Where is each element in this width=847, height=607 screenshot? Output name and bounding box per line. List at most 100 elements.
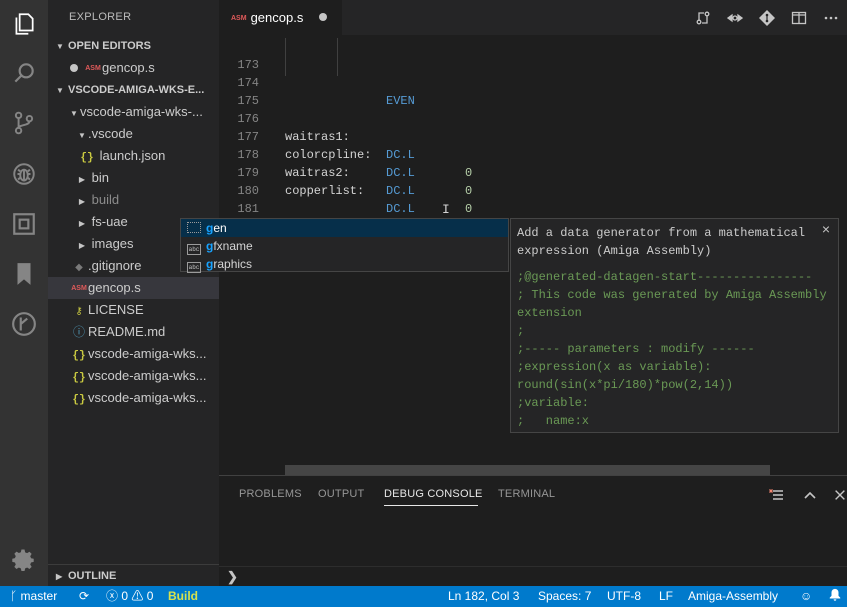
encoding[interactable]: UTF-8 (607, 586, 641, 607)
chevron-down-icon: ▼ (56, 42, 64, 51)
tree-item-vscode-folder[interactable]: ▼ .vscode (48, 123, 219, 145)
open-changes-icon[interactable] (687, 0, 719, 35)
indentation[interactable]: Spaces: 7 (538, 586, 591, 607)
tree-item-bin[interactable]: ▶ bin (48, 167, 219, 189)
suggestion-label: raphics (213, 257, 253, 271)
workspace-section[interactable]: ▼ VSCODE-AMIGA-WKS-E... (48, 79, 219, 101)
unsaved-dot-icon[interactable] (319, 13, 328, 21)
code-line: 175 (219, 74, 847, 108)
git-file-icon: ◆ (75, 262, 83, 273)
open-editors-section[interactable]: ▼ OPEN EDITORS (48, 35, 219, 57)
code-line: 181 (219, 182, 847, 216)
tree-item-workspace-3[interactable]: {} vscode-amiga-wks... (48, 387, 219, 409)
code-line: 174 EVEN (219, 56, 847, 108)
debug-console-input[interactable]: ❯ (219, 566, 847, 586)
branch-indicator[interactable]: ᚴ master (10, 586, 57, 607)
suggestion-item[interactable]: gen (181, 219, 508, 237)
tree-item-label: vscode-amiga-wks... (88, 390, 207, 405)
explorer-title: EXPLORER (69, 11, 132, 23)
info-file-icon: ⓘ (72, 325, 85, 339)
cursor-position[interactable]: Ln 182, Col 3 (448, 586, 519, 607)
feedback-smiley-icon[interactable]: ☺ (800, 586, 812, 607)
chevron-down-icon: ▼ (78, 131, 86, 140)
tree-item-label: vscode-amiga-wks... (88, 346, 207, 361)
details-title: Add a data generator from a mathematical… (517, 226, 806, 258)
end-of-line[interactable]: LF (659, 586, 673, 607)
tree-item-gencop[interactable]: ASMgencop.s (48, 277, 219, 299)
code-line: 173 (219, 38, 847, 76)
tab-debug-console[interactable]: DEBUG CONSOLE (384, 488, 483, 500)
tree-item-workspace-1[interactable]: {} vscode-amiga-wks... (48, 343, 219, 365)
json-file-icon: {} (72, 394, 86, 406)
close-icon[interactable]: × (822, 221, 830, 237)
notifications-bell-icon[interactable] (828, 586, 842, 607)
suggestion-item[interactable]: abc graphics (181, 255, 508, 273)
tree-item-label: fs-uae (91, 214, 128, 229)
tab-output[interactable]: OUTPUT (318, 488, 364, 500)
git-compare-icon[interactable] (751, 0, 783, 35)
debug-icon[interactable] (0, 150, 48, 198)
tab-problems[interactable]: PROBLEMS (239, 488, 302, 500)
chevron-right-icon: ▶ (78, 241, 86, 250)
code-line: 176 waitras1: DC.L 0 (219, 92, 847, 180)
close-panel-icon[interactable] (829, 484, 847, 506)
suggestion-label: en (213, 221, 227, 235)
tree-item-label: .vscode (88, 126, 133, 141)
warning-icon: ⚠ (131, 589, 144, 603)
word-icon: abc (187, 244, 201, 255)
tree-item-launch-json[interactable]: {} launch.json (48, 145, 219, 167)
license-file-icon: ⚷ (75, 306, 83, 317)
outline-section[interactable]: ▶ OUTLINE (48, 564, 219, 586)
tree-item-label: build (91, 192, 120, 207)
suggest-widget: gen abc gfxname abc graphics (180, 218, 509, 273)
snippet-icon (187, 222, 201, 233)
maximize-panel-icon[interactable] (799, 484, 821, 506)
extensions-icon[interactable] (0, 200, 48, 248)
more-actions-icon[interactable] (815, 0, 847, 35)
source-control-icon[interactable] (0, 99, 48, 147)
unsaved-dot-icon (70, 64, 78, 72)
sync-icon[interactable]: ⟳ (79, 586, 89, 607)
open-editor-label: gencop.s (102, 60, 155, 75)
prompt-chevron-icon: ❯ (227, 569, 238, 584)
editor-actions (687, 0, 847, 35)
branch-name: master (20, 589, 58, 603)
activity-bar (0, 0, 48, 586)
language-mode[interactable]: Amiga-Assembly (688, 586, 778, 607)
workspace-label: VSCODE-AMIGA-WKS-E... (68, 84, 205, 96)
mouse-ibeam-icon: I (442, 202, 450, 217)
json-file-icon: {} (80, 152, 94, 164)
tree-item-license[interactable]: ⚷ LICENSE (48, 299, 219, 321)
toggle-preview-icon[interactable] (719, 0, 751, 35)
tree-item-build[interactable]: ▶ build (48, 189, 219, 211)
code-line: 178 waitras2: DC.L 0 (219, 128, 847, 216)
warning-count: 0 (146, 589, 154, 603)
search-icon[interactable] (0, 49, 48, 97)
tab-terminal[interactable]: TERMINAL (498, 488, 555, 500)
code-line: 177 colorcpline: DC.L 0 (219, 110, 847, 198)
suggestion-label: fxname (213, 239, 253, 253)
tree-item-label: vscode-amiga-wks-... (80, 104, 203, 119)
tree-item-label: README.md (88, 324, 166, 339)
horizontal-scrollbar[interactable] (285, 465, 770, 475)
tree-item-root[interactable]: ▼ vscode-amiga-wks-... (48, 101, 219, 123)
tree-item-workspace-2[interactable]: {} vscode-amiga-wks... (48, 365, 219, 387)
files-icon[interactable] (0, 0, 48, 48)
build-button[interactable]: Build (168, 586, 198, 607)
bookmark-icon[interactable] (0, 250, 48, 298)
git-branch-icon: ᚴ (10, 589, 18, 603)
problems-indicator[interactable]: ⓧ 0 ⚠ 0 (106, 586, 153, 607)
details-body: ;@generated-datagen-start---------------… (517, 270, 827, 428)
split-editor-icon[interactable] (783, 0, 815, 35)
open-editor-item[interactable]: ASMgencop.s (48, 57, 219, 79)
code-line: 180 (219, 164, 847, 198)
asm-file-icon: ASM (231, 15, 247, 22)
tab-gencop[interactable]: ASM gencop.s (219, 0, 342, 35)
chevron-right-icon: ▶ (78, 197, 86, 206)
clear-console-icon[interactable] (766, 484, 788, 506)
settings-gear-icon[interactable] (0, 537, 48, 585)
tree-item-readme[interactable]: ⓘ README.md (48, 321, 219, 343)
suggestion-item[interactable]: abc gfxname (181, 237, 508, 255)
git-history-icon[interactable] (0, 300, 48, 348)
current-line: 182 ge (219, 200, 847, 252)
